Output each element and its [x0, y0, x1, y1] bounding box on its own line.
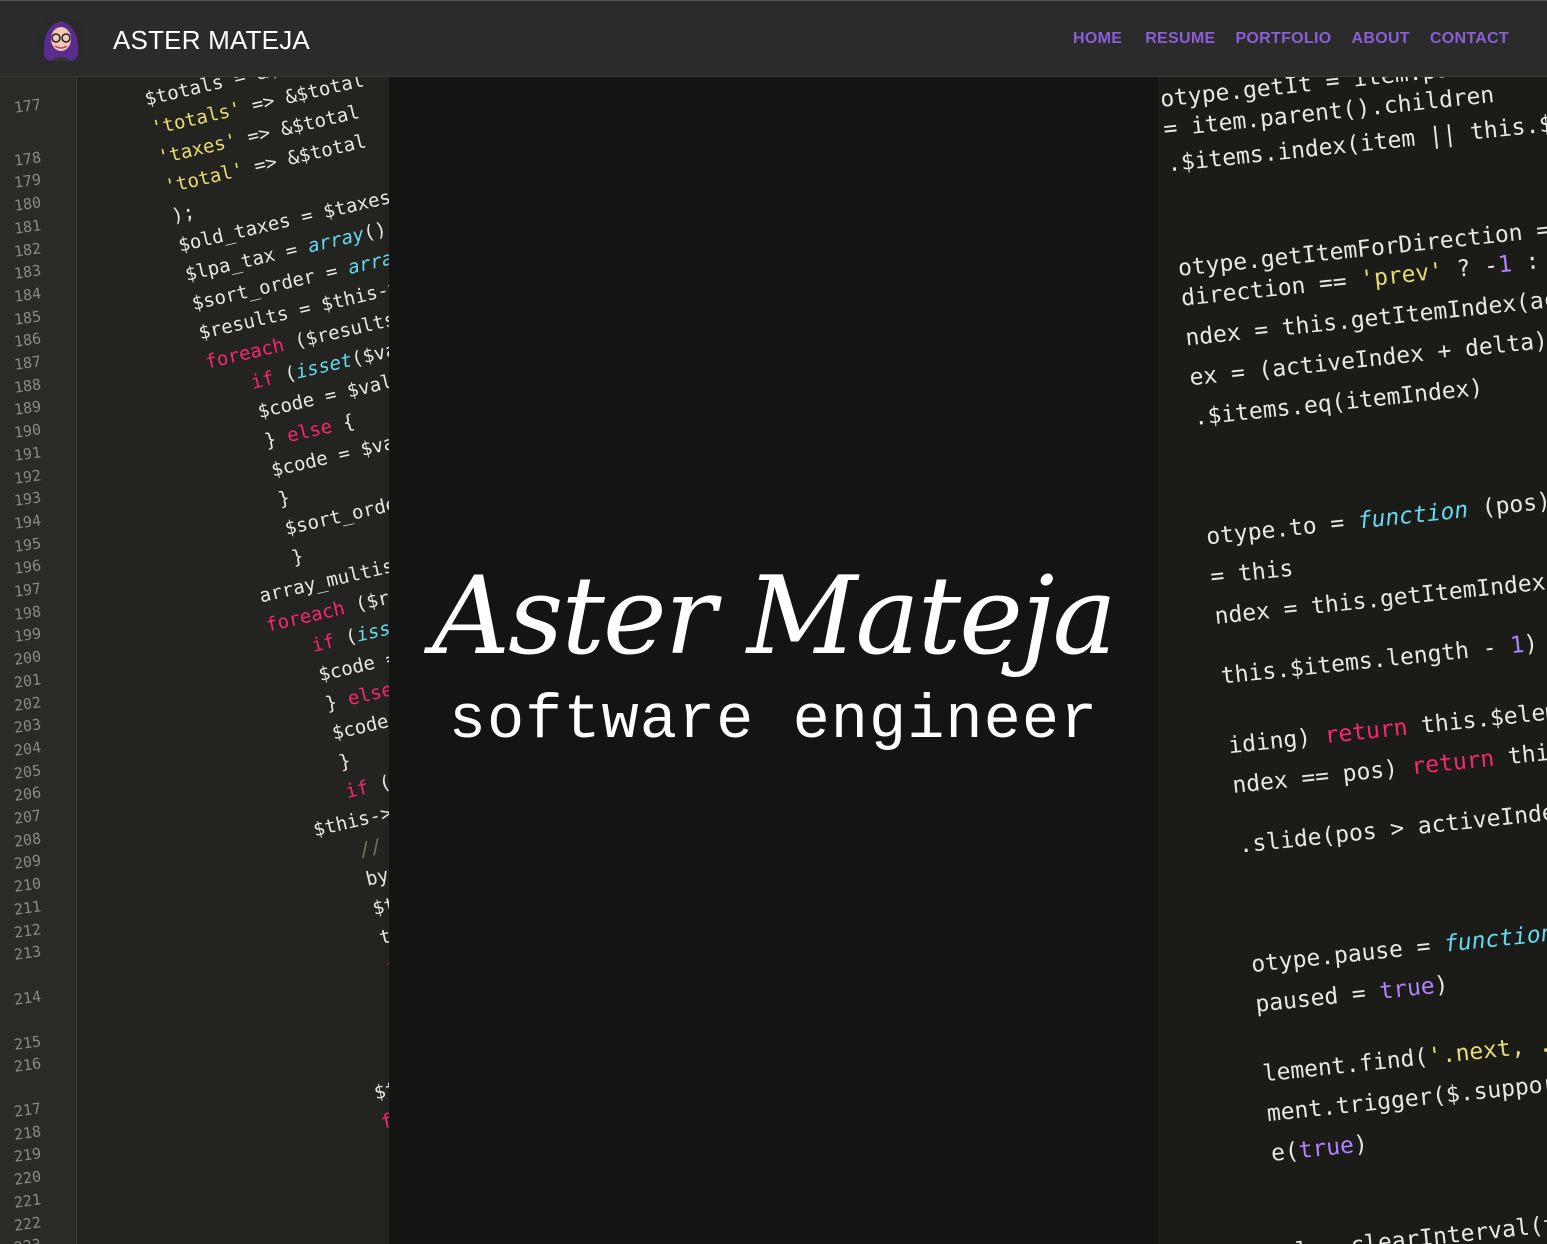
line-number: 203: [12, 715, 43, 737]
line-number: 199: [12, 624, 43, 647]
line-number: 191: [12, 442, 43, 465]
line-number: 193: [12, 488, 43, 510]
line-number: 220: [12, 1167, 43, 1189]
line-number: 204: [12, 738, 43, 760]
line-number: 200: [12, 647, 43, 669]
line-number: 196: [12, 556, 43, 579]
line-number: 183: [12, 261, 43, 283]
line-number: 210: [12, 874, 43, 896]
code-line: }: [336, 749, 353, 774]
code-line: }: [289, 545, 306, 570]
code-line: otype.pause = function (e) {: [1249, 920, 1547, 979]
code-line: lement.find('.next, .prev').length && $: [1261, 1023, 1547, 1088]
avatar[interactable]: [36, 15, 86, 65]
line-number: 198: [12, 601, 43, 624]
code-line: = this: [1209, 555, 1295, 591]
line-number: 216: [12, 1054, 43, 1077]
code-line: $tax_difference: [371, 1044, 389, 1105]
line-number: 215: [12, 1031, 43, 1054]
line-number: 218: [12, 1121, 43, 1144]
background-code-right: otype.getIt = item.parent().chi = item.pa…: [1158, 77, 1547, 1244]
line-number: 186: [12, 329, 43, 352]
line-number: 189: [12, 397, 43, 420]
hero-role: software engineer: [448, 685, 1099, 756]
line-number: 178: [12, 147, 43, 170]
top-navbar: ASTER MATEJA HOME RESUME PORTFOLIO ABOUT…: [0, 0, 1547, 77]
nav-contact[interactable]: CONTACT: [1430, 30, 1509, 48]
line-number: 202: [12, 692, 43, 715]
line-number: 181: [12, 215, 43, 238]
line-number: 190: [12, 420, 43, 442]
line-number: 222: [12, 1212, 43, 1235]
site-brand[interactable]: ASTER MATEJA: [113, 25, 310, 56]
line-number: 201: [12, 669, 43, 692]
line-number: 212: [12, 919, 43, 942]
code-line: al = clearInterval(this.interval): [1280, 1192, 1547, 1244]
line-number: 192: [12, 465, 43, 488]
line-number: 214: [12, 987, 43, 1009]
code-gutter: 177 178 179 180 181 182 183 184 185 186 187 188 189 1…: [0, 77, 77, 1244]
nav-about[interactable]: ABOUT: [1351, 30, 1409, 48]
nav-portfolio[interactable]: PORTFOLIO: [1235, 30, 1331, 48]
line-number: 208: [12, 828, 43, 851]
line-number: 180: [12, 193, 43, 215]
line-number: 179: [12, 170, 43, 193]
line-number: 185: [12, 306, 43, 329]
code-line: otype.to = function (pos) {: [1205, 488, 1547, 551]
line-number: 187: [12, 352, 43, 374]
line-number: 197: [12, 579, 43, 601]
code-line: );: [169, 200, 197, 228]
line-number: 207: [12, 806, 43, 828]
line-number: 209: [12, 851, 43, 874]
line-number: 182: [12, 238, 43, 261]
code-line: paused = true): [1254, 971, 1450, 1018]
line-number: 184: [12, 284, 43, 306]
background-code-left: 177 178 179 180 181 182 183 184 185 186 187 188 189 1…: [0, 77, 389, 1244]
line-number: 194: [12, 511, 43, 533]
nav-home[interactable]: HOME: [1073, 30, 1122, 48]
nav-resume[interactable]: RESUME: [1145, 30, 1215, 48]
line-number: 219: [12, 1144, 43, 1167]
line-number: 217: [12, 1099, 43, 1121]
line-number: 221: [12, 1189, 43, 1212]
code-line: e(true): [1269, 1131, 1369, 1167]
line-number: 211: [12, 896, 43, 919]
line-number: 188: [12, 374, 43, 397]
main-nav: HOME RESUME PORTFOLIO ABOUT CONTACT: [1073, 30, 1509, 48]
hero-name: Aster Mateja: [432, 554, 1117, 679]
line-number: 195: [12, 533, 43, 556]
line-number: 223: [13, 1235, 42, 1244]
code-line: }: [275, 486, 293, 511]
line-number: 206: [12, 783, 43, 806]
line-number: 213: [12, 942, 43, 964]
line-number: 205: [12, 760, 43, 783]
line-number: 177: [12, 95, 43, 117]
code-line: $sort_order[$key] =: [282, 474, 389, 540]
